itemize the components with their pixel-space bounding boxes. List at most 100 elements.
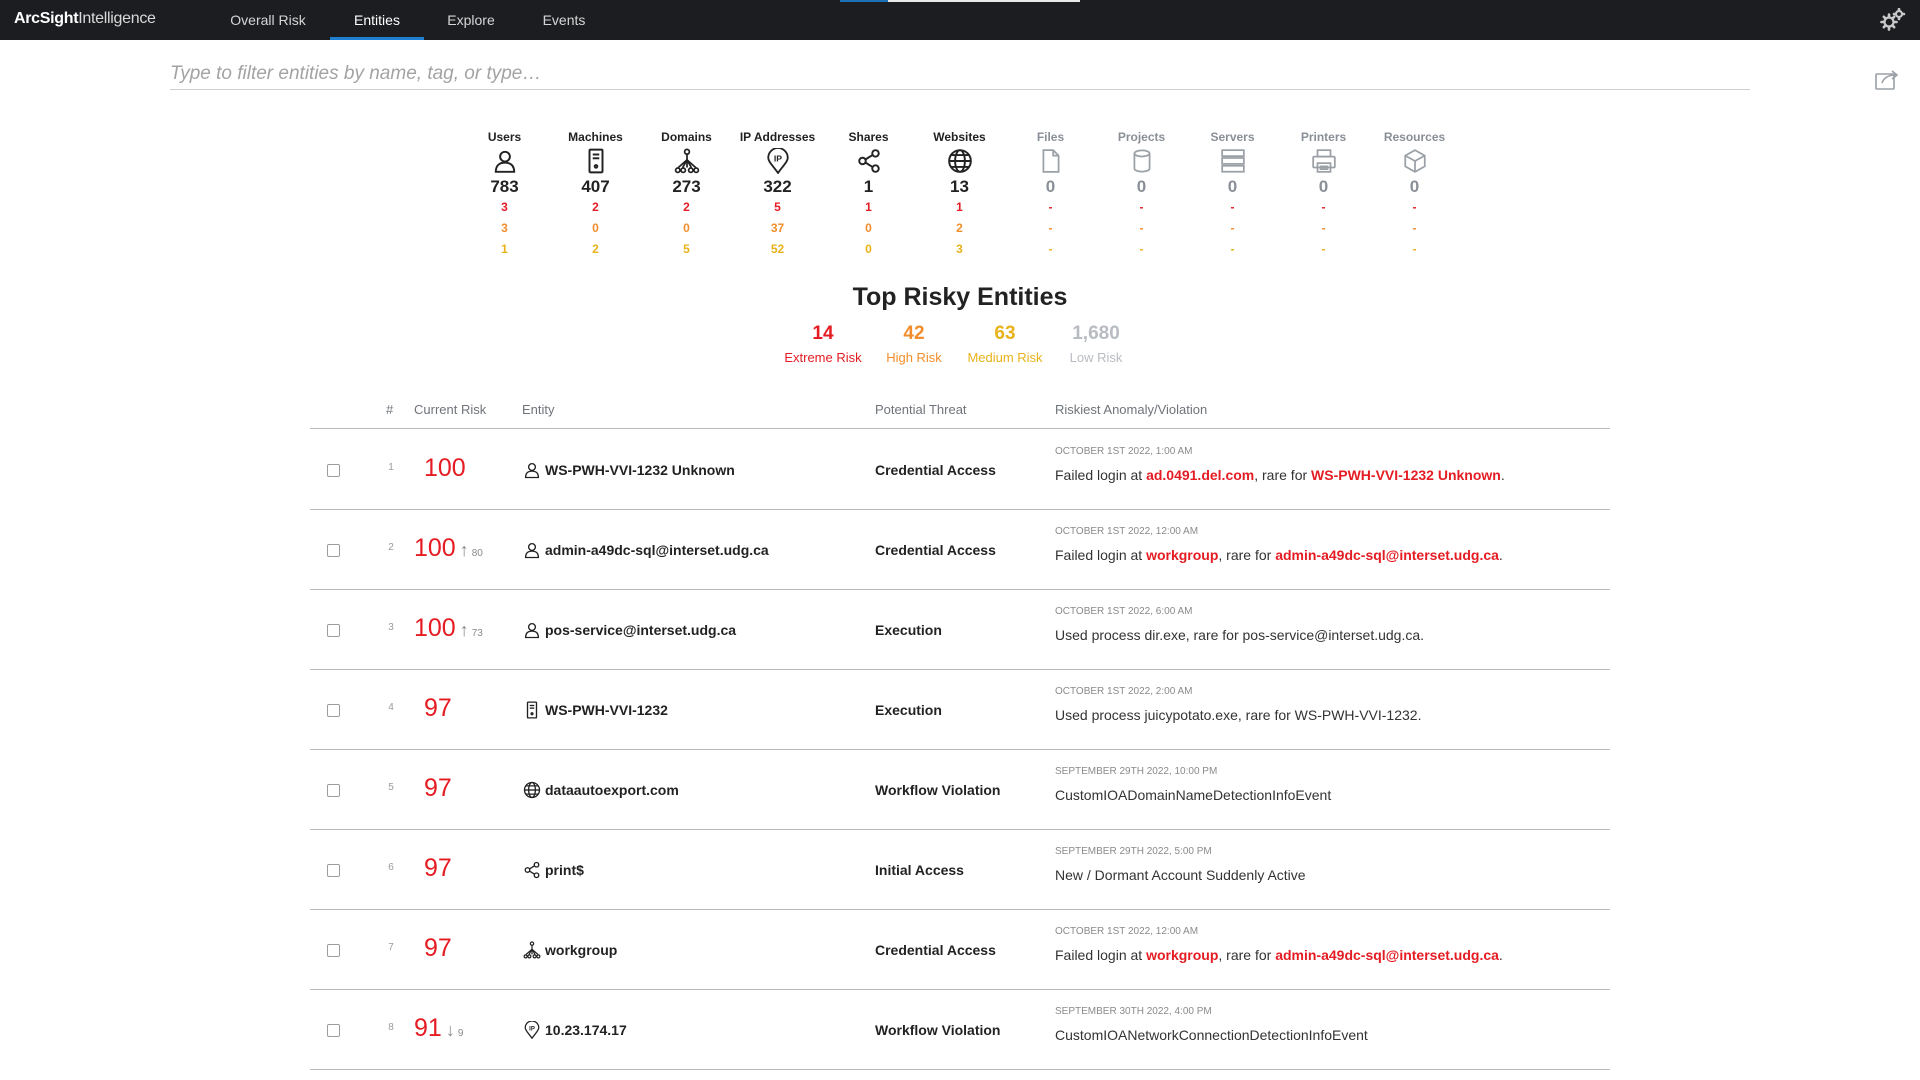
medium-risk-count: -	[1048, 242, 1053, 256]
riskiest-anomaly[interactable]: OCTOBER 1ST 2022, 12:00 AM Failed login a…	[1055, 526, 1615, 563]
entity-link[interactable]: WS-PWH-VVI-1232	[522, 700, 668, 720]
entity-name[interactable]: workgroup	[545, 942, 617, 958]
entity-name[interactable]: WS-PWH-VVI-1232 Unknown	[545, 462, 735, 478]
entity-name[interactable]: dataautoexport.com	[545, 782, 679, 798]
entity-name[interactable]: print$	[545, 862, 584, 878]
entity-type-servers[interactable]: Servers 0 - - -	[1187, 130, 1278, 260]
top-navigation-bar: ArcSightIntelligence Overall Risk Entiti…	[0, 0, 1920, 40]
row-checkbox[interactable]	[327, 624, 340, 637]
entity-type-domains[interactable]: Domains 273 2 0 5	[641, 130, 732, 260]
printer-icon	[1278, 146, 1369, 176]
entity-type-machines[interactable]: Machines 407 2 0 2	[550, 130, 641, 260]
row-checkbox[interactable]	[327, 544, 340, 557]
entity-type-shares[interactable]: Shares 1 1 0 0	[823, 130, 914, 260]
entity-type-printers[interactable]: Printers 0 - - -	[1278, 130, 1369, 260]
riskiest-anomaly[interactable]: SEPTEMBER 29TH 2022, 10:00 PM CustomIOADo…	[1055, 766, 1615, 803]
risk-score-value: 91	[414, 1014, 442, 1042]
table-row[interactable]: 6 97 print$ Initial Access SEPTEMBER 29TH 20…	[310, 830, 1610, 910]
entity-filter-input[interactable]	[170, 58, 1750, 90]
entity-link[interactable]: pos-service@interset.udg.ca	[522, 620, 736, 640]
entity-type-name: Projects	[1117, 130, 1166, 144]
header-riskiest-anomaly[interactable]: Riskiest Anomaly/Violation	[1055, 402, 1207, 417]
riskiest-anomaly[interactable]: OCTOBER 1ST 2022, 1:00 AM Failed login at…	[1055, 446, 1615, 483]
anomaly-entity-link[interactable]: WS-PWH-VVI-1232 Unknown	[1311, 467, 1501, 483]
table-row[interactable]: 8 91 ↓ 9 IP 10.23.174.17 Workflow Violation SEP…	[310, 990, 1610, 1070]
anomaly-timestamp: OCTOBER 1ST 2022, 2:00 AM	[1055, 686, 1193, 697]
resource-icon	[1369, 146, 1460, 176]
file-icon	[1005, 146, 1096, 176]
export-share-icon[interactable]	[1874, 68, 1900, 92]
entity-type-count: 0	[1227, 177, 1238, 196]
project-icon	[1096, 146, 1187, 176]
entity-link[interactable]: dataautoexport.com	[522, 780, 679, 800]
entity-type-files[interactable]: Files 0 - - -	[1005, 130, 1096, 260]
entity-type-websites[interactable]: Websites 13 1 2 3	[914, 130, 1005, 260]
risk-score-value: 97	[424, 934, 452, 962]
user-icon	[522, 620, 542, 640]
row-checkbox[interactable]	[327, 864, 340, 877]
machine-icon	[522, 700, 542, 720]
entity-link[interactable]: admin-a49dc-sql@interset.udg.ca	[522, 540, 769, 560]
entity-link[interactable]: workgroup	[522, 940, 617, 960]
anomaly-entity-link[interactable]: workgroup	[1146, 547, 1218, 563]
entity-name[interactable]: 10.23.174.17	[545, 1022, 627, 1038]
riskiest-anomaly[interactable]: SEPTEMBER 29TH 2022, 5:00 PM New / Dorman…	[1055, 846, 1615, 883]
tab-entities[interactable]: Entities	[330, 0, 424, 40]
row-checkbox[interactable]	[327, 1024, 340, 1037]
entity-name[interactable]: pos-service@interset.udg.ca	[545, 622, 736, 638]
entity-name[interactable]: admin-a49dc-sql@interset.udg.ca	[545, 542, 769, 558]
riskiest-anomaly[interactable]: OCTOBER 1ST 2022, 6:00 AM Used process di…	[1055, 606, 1615, 643]
entity-name[interactable]: WS-PWH-VVI-1232	[545, 702, 668, 718]
header-entity[interactable]: Entity	[522, 402, 555, 417]
entity-type-resources[interactable]: Resources 0 - - -	[1369, 130, 1460, 260]
table-row[interactable]: 3 100 ↑ 73 pos-service@interset.udg.ca Execut…	[310, 590, 1610, 670]
anomaly-description: Used process dir.exe, rare for pos-servi…	[1055, 627, 1615, 643]
high-risk-count: -	[1321, 221, 1326, 235]
entity-link[interactable]: print$	[522, 860, 584, 880]
entity-type-name: IP Addresses	[739, 130, 816, 144]
medium-risk-count: 0	[865, 242, 872, 256]
medium-risk-count: -	[1412, 242, 1417, 256]
tab-explore[interactable]: Explore	[434, 0, 508, 40]
table-row[interactable]: 7 97 workgroup Credential Access OCTOBER 1ST…	[310, 910, 1610, 990]
risk-summary-low-risk[interactable]: 1,680 Low Risk	[1041, 323, 1151, 365]
table-row[interactable]: 2 100 ↑ 80 admin-a49dc-sql@interset.udg.ca Cr…	[310, 510, 1610, 590]
row-checkbox[interactable]	[327, 784, 340, 797]
entity-type-count: 0	[1318, 177, 1329, 196]
table-row[interactable]: 1 100 WS-PWH-VVI-1232 Unknown Credential Ac…	[310, 430, 1610, 510]
anomaly-entity-link[interactable]: admin-a49dc-sql@interset.udg.ca	[1275, 947, 1499, 963]
anomaly-timestamp: SEPTEMBER 30TH 2022, 4:00 PM	[1055, 1006, 1212, 1017]
risk-score-value: 97	[424, 774, 452, 802]
medium-risk-count: 2	[592, 242, 599, 256]
medium-risk-count: -	[1139, 242, 1144, 256]
anomaly-description: Failed login at workgroup, rare for admi…	[1055, 547, 1615, 563]
anomaly-entity-link[interactable]: ad.0491.del.com	[1146, 467, 1254, 483]
riskiest-anomaly[interactable]: OCTOBER 1ST 2022, 12:00 AM Failed login a…	[1055, 926, 1615, 963]
anomaly-entity-link[interactable]: admin-a49dc-sql@interset.udg.ca	[1275, 547, 1499, 563]
anomaly-entity-link[interactable]: workgroup	[1146, 947, 1218, 963]
header-potential-threat[interactable]: Potential Threat	[875, 402, 967, 417]
settings-gear-icon[interactable]	[1880, 8, 1906, 32]
entity-type-count: 0	[1136, 177, 1147, 196]
top-risky-entities-title: Top Risky Entities	[852, 283, 1068, 311]
row-checkbox[interactable]	[327, 464, 340, 477]
tab-events[interactable]: Events	[526, 0, 602, 40]
extreme-risk-count: -	[1139, 200, 1144, 214]
riskiest-anomaly[interactable]: SEPTEMBER 30TH 2022, 4:00 PM CustomIOANet…	[1055, 1006, 1615, 1043]
entity-type-ip-addresses[interactable]: IP Addresses IP 322 5 37 52	[732, 130, 823, 260]
entity-type-projects[interactable]: Projects 0 - - -	[1096, 130, 1187, 260]
entity-link[interactable]: WS-PWH-VVI-1232 Unknown	[522, 460, 735, 480]
tab-overall-risk[interactable]: Overall Risk	[216, 0, 320, 40]
table-row[interactable]: 4 97 WS-PWH-VVI-1232 Execution OCTOBER 1ST 2…	[310, 670, 1610, 750]
extreme-risk-count: 2	[683, 200, 690, 214]
riskiest-anomaly[interactable]: OCTOBER 1ST 2022, 2:00 AM Used process ju…	[1055, 686, 1615, 723]
entity-link[interactable]: IP 10.23.174.17	[522, 1020, 627, 1040]
row-checkbox[interactable]	[327, 944, 340, 957]
table-row[interactable]: 5 97 dataautoexport.com Workflow Violation S…	[310, 750, 1610, 830]
row-checkbox[interactable]	[327, 704, 340, 717]
header-current-risk[interactable]: Current Risk	[414, 402, 486, 417]
extreme-risk-count: -	[1230, 200, 1235, 214]
extreme-risk-count: -	[1048, 200, 1053, 214]
app-logo[interactable]: ArcSightIntelligence	[14, 10, 156, 28]
entity-type-users[interactable]: Users 783 3 3 1	[459, 130, 550, 260]
